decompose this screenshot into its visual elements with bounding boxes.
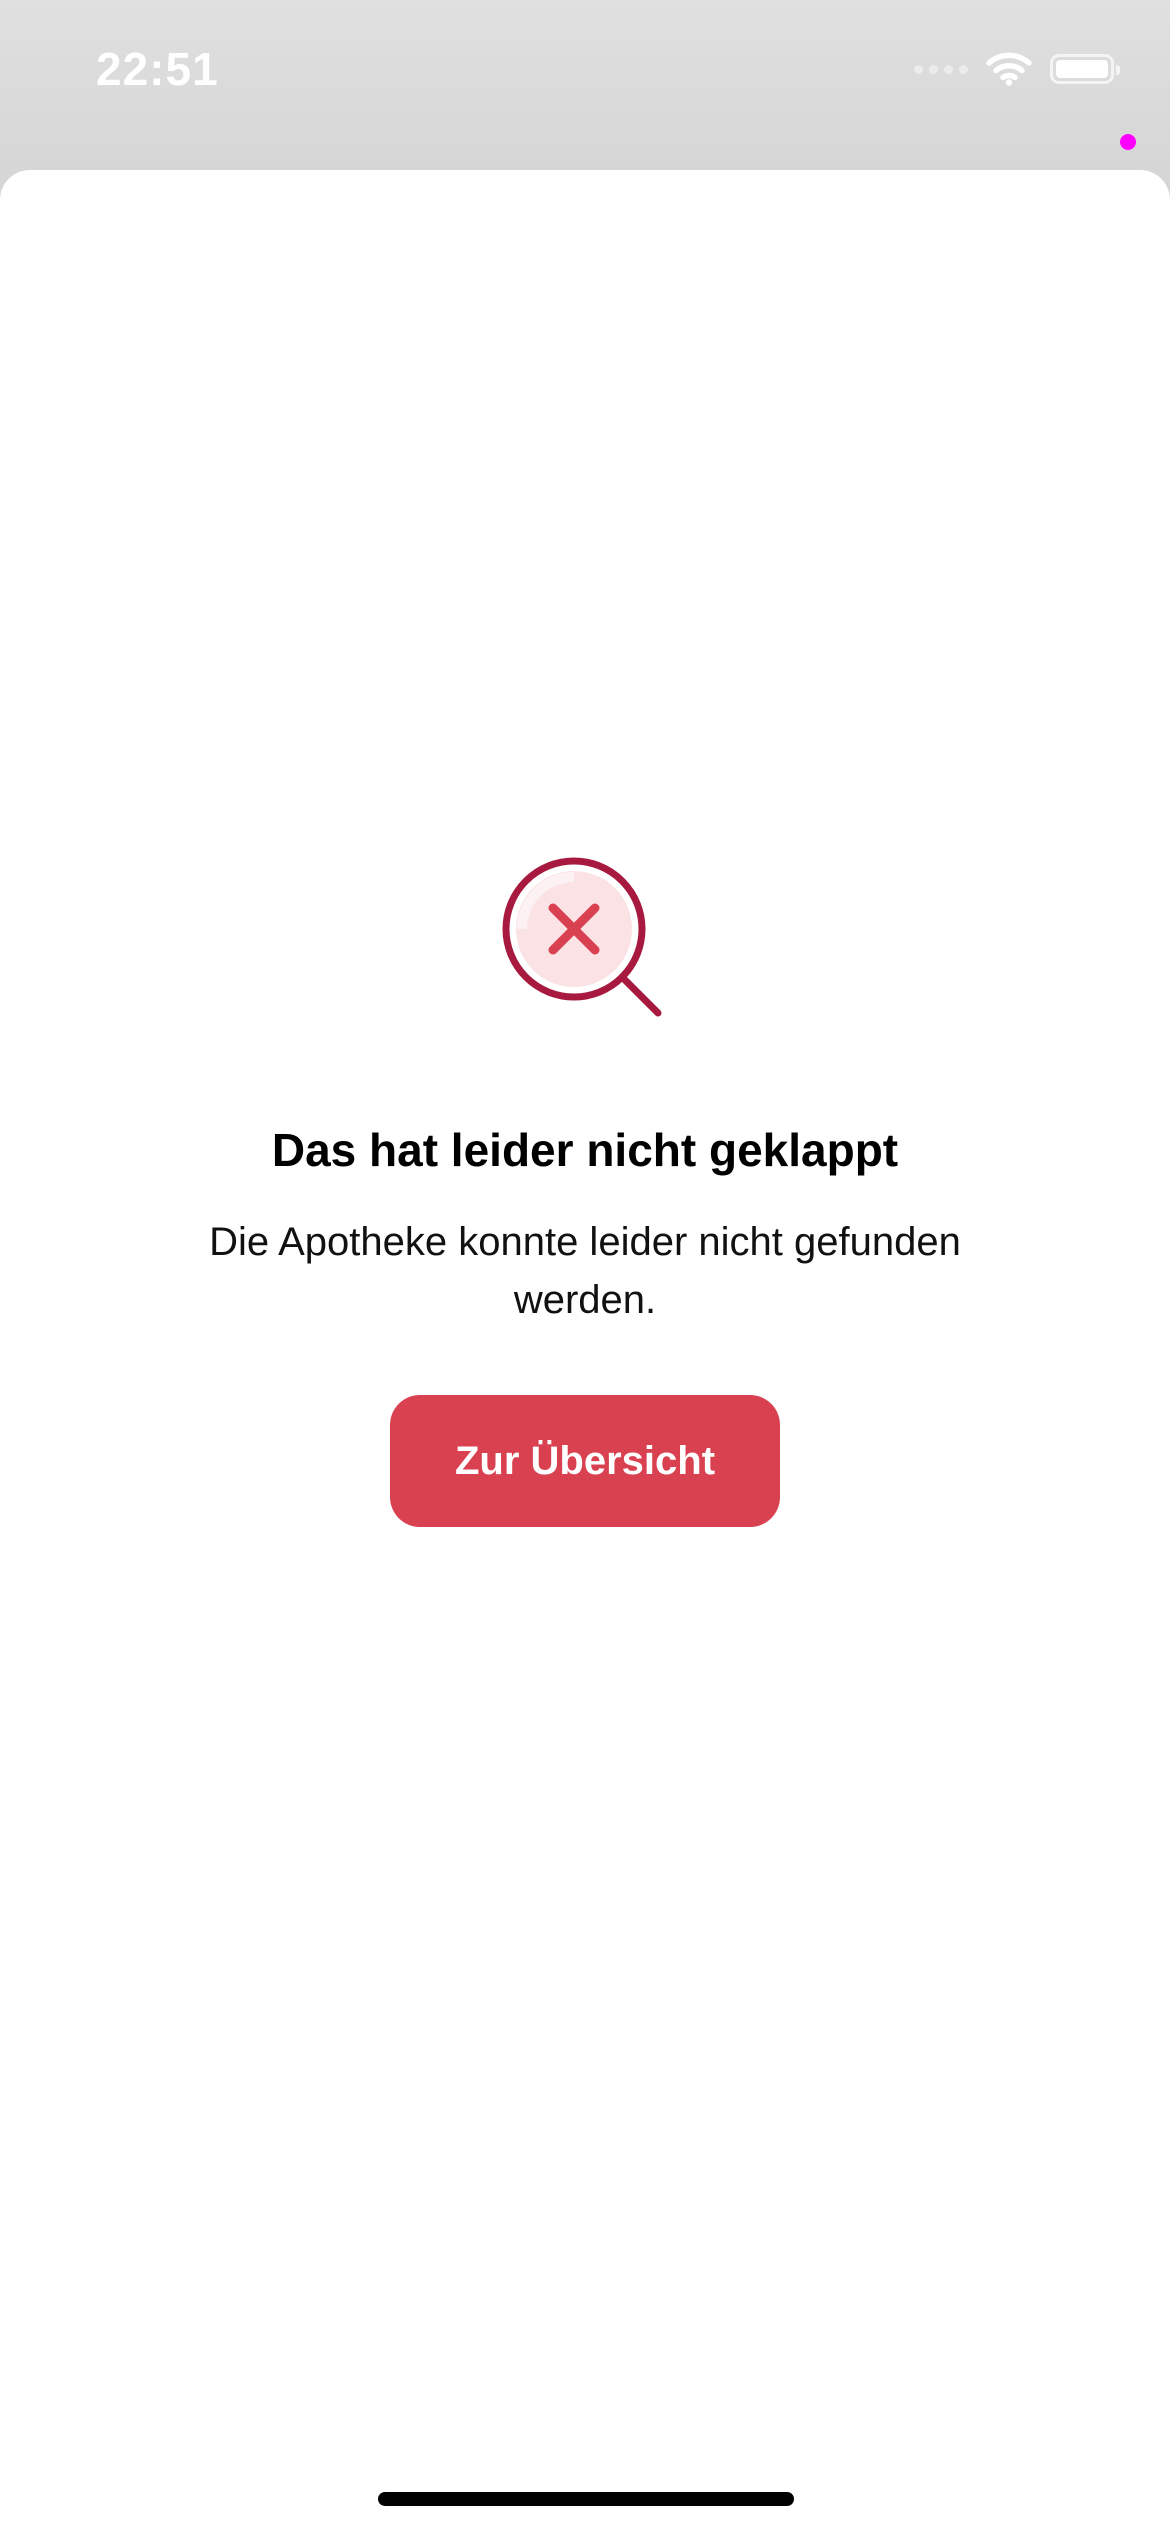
search-not-found-icon (502, 857, 662, 1017)
battery-icon (1050, 54, 1120, 84)
error-message: Die Apotheke konnte leider nicht gefunde… (209, 1220, 961, 1322)
home-indicator[interactable] (378, 2492, 794, 2506)
error-title: Das hat leider nicht geklappt (271, 1124, 899, 1176)
wifi-icon (986, 52, 1032, 86)
cellular-signal-icon (914, 64, 968, 74)
error-state: Das hat leider nicht geklappt Die Apothe… (0, 855, 1170, 1527)
status-time: 22:51 (96, 43, 219, 95)
status-indicators (914, 52, 1120, 86)
app-screen: 22:51 Das hat leider nicht geklappt Die … (0, 0, 1170, 2532)
overview-button[interactable]: Zur Übersicht (390, 1395, 780, 1527)
status-bar: 22:51 (0, 0, 1170, 150)
recording-indicator (1120, 134, 1136, 150)
